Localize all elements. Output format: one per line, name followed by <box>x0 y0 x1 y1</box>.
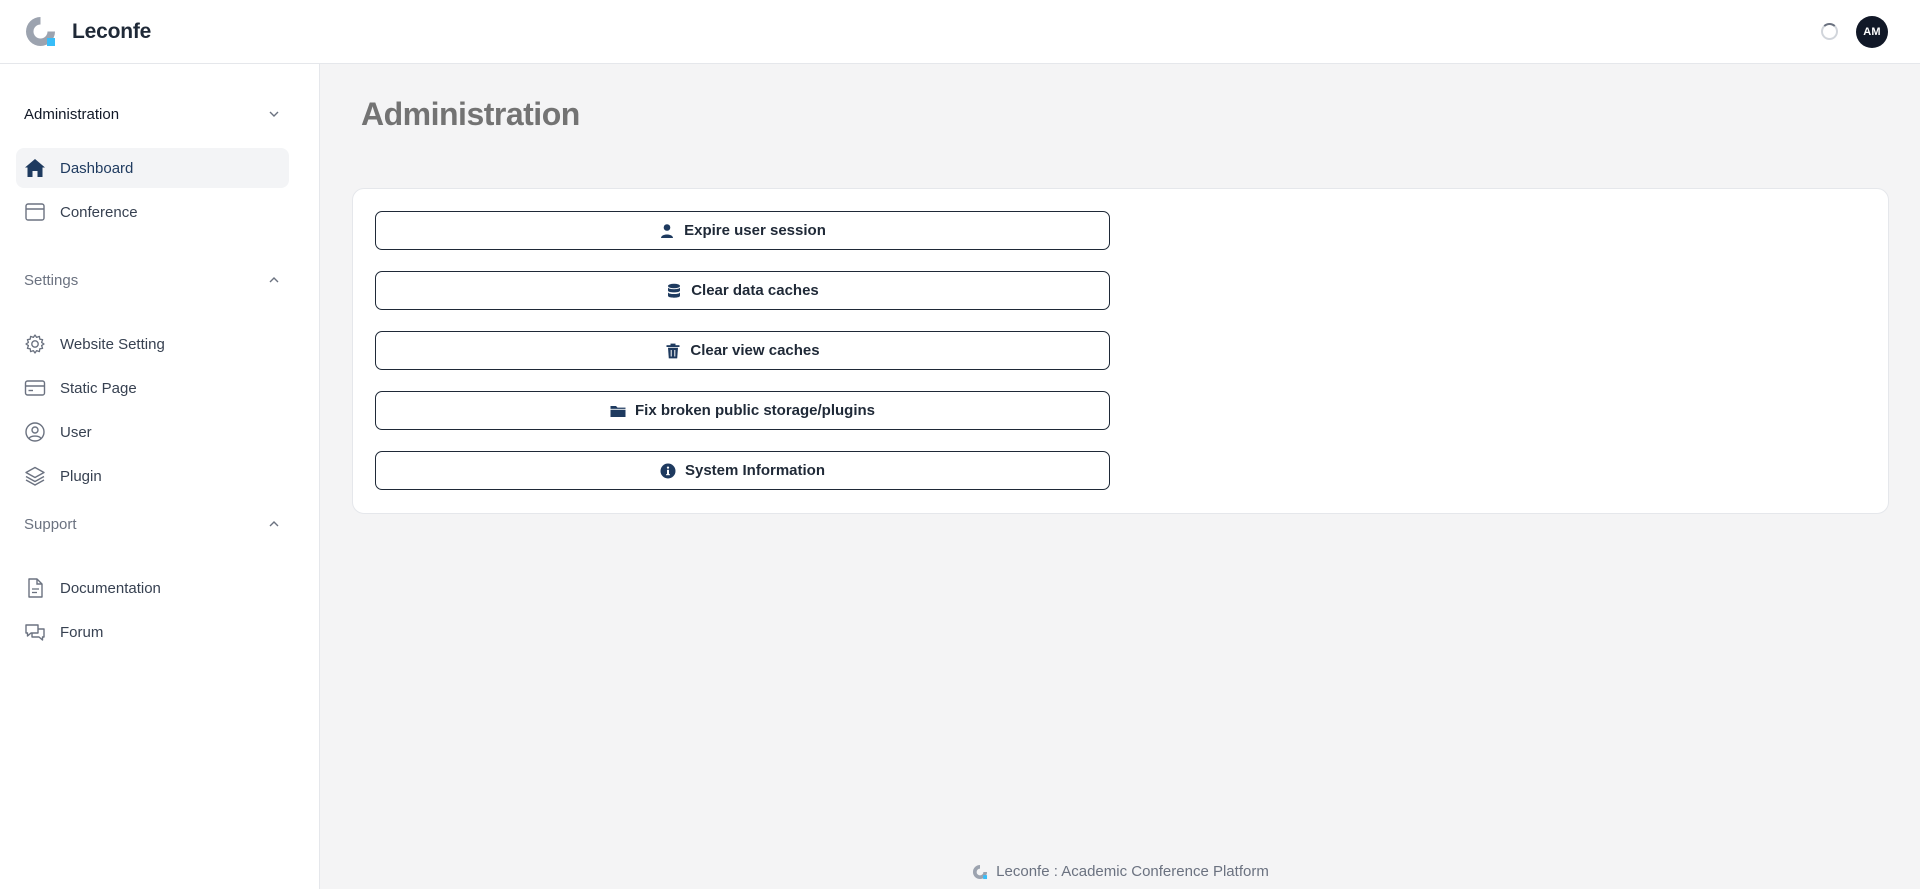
group-support-toggle[interactable]: Support <box>24 512 280 536</box>
leconfe-logo-icon <box>26 17 55 46</box>
button-label: System Information <box>684 462 826 479</box>
group-settings-label: Settings <box>24 271 79 289</box>
group-administration-label: Administration <box>24 105 120 123</box>
button-label: Clear view caches <box>690 342 820 359</box>
chevron-up-icon <box>269 277 279 283</box>
button-label: Fix broken public storage/plugins <box>634 402 876 419</box>
sidebar-item-conference[interactable]: Conference <box>16 192 289 232</box>
sidebar-item-dashboard[interactable]: Dashboard <box>16 148 289 188</box>
brand[interactable]: Leconfe <box>24 15 151 48</box>
button-label: Clear data caches <box>691 282 819 299</box>
sidebar-item-label: Website Setting <box>60 335 165 353</box>
sidebar: Administration Dashboard Conference Sett… <box>0 64 320 889</box>
user-circle-icon <box>24 421 46 443</box>
sidebar-item-label: Documentation <box>60 579 161 597</box>
group-administration-toggle[interactable]: Administration <box>24 102 280 126</box>
card-icon <box>24 377 46 399</box>
leconfe-logo-icon <box>973 864 988 879</box>
folder-icon <box>610 405 626 417</box>
sidebar-item-website-setting[interactable]: Website Setting <box>16 324 289 364</box>
top-bar: Leconfe AM <box>0 0 1920 64</box>
sidebar-item-static-page[interactable]: Static Page <box>16 368 289 408</box>
database-icon <box>668 283 681 298</box>
sidebar-item-user[interactable]: User <box>16 412 289 452</box>
window-icon <box>24 201 46 223</box>
button-label: Expire user session <box>684 222 826 239</box>
expire-user-session-button[interactable]: Expire user session <box>375 211 1110 250</box>
group-settings-toggle[interactable]: Settings <box>24 268 280 292</box>
layers-icon <box>24 465 46 487</box>
main-content: Administration Expire user session Clear… <box>321 64 1920 889</box>
user-icon <box>661 223 674 238</box>
trash-icon <box>666 343 680 358</box>
page-title: Administration <box>361 96 580 132</box>
clear-view-caches-button[interactable]: Clear view caches <box>375 331 1110 370</box>
chat-bubbles-icon <box>24 621 46 643</box>
loading-spinner-icon <box>1821 23 1838 40</box>
chevron-down-icon <box>269 111 279 117</box>
fix-broken-storage-button[interactable]: Fix broken public storage/plugins <box>375 391 1110 430</box>
home-icon <box>24 157 46 179</box>
sidebar-item-forum[interactable]: Forum <box>16 612 289 652</box>
app-name: Leconfe <box>72 19 152 43</box>
actions-card: Expire user session Clear data caches Cl… <box>352 188 1889 514</box>
group-support-label: Support <box>24 515 77 533</box>
user-avatar[interactable]: AM <box>1856 15 1888 48</box>
gear-icon <box>24 333 46 355</box>
sidebar-item-label: Forum <box>60 623 104 641</box>
chevron-up-icon <box>269 521 279 527</box>
sidebar-item-label: Dashboard <box>60 159 134 177</box>
info-icon <box>660 463 676 478</box>
sidebar-item-documentation[interactable]: Documentation <box>16 568 289 608</box>
sidebar-item-label: Plugin <box>60 467 102 485</box>
sidebar-item-label: Static Page <box>60 379 137 397</box>
footer-text: Leconfe : Academic Conference Platform <box>996 863 1269 880</box>
sidebar-item-label: User <box>60 423 92 441</box>
sidebar-item-plugin[interactable]: Plugin <box>16 456 289 496</box>
system-information-button[interactable]: System Information <box>375 451 1110 490</box>
sidebar-item-label: Conference <box>60 203 138 221</box>
clear-data-caches-button[interactable]: Clear data caches <box>375 271 1110 310</box>
footer: Leconfe : Academic Conference Platform <box>321 863 1920 880</box>
document-icon <box>24 577 46 599</box>
